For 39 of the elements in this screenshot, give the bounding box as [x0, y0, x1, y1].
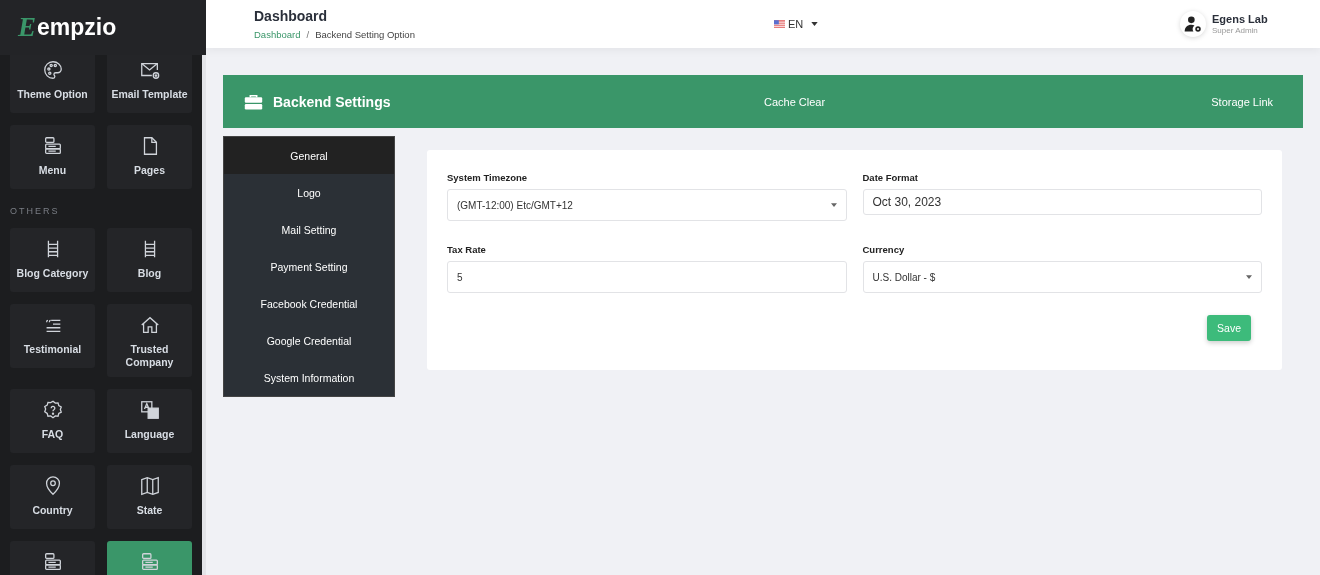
section-heading: OTHERS	[10, 206, 61, 216]
sidebar-item[interactable]: Pages	[107, 125, 192, 189]
sidebar-item[interactable]: Trusted Company	[107, 304, 192, 377]
user-name: Egens Lab	[1212, 13, 1268, 25]
settings-tab[interactable]: Payment Setting	[224, 248, 394, 285]
page-title: Dashboard	[254, 8, 329, 24]
sidebar-item[interactable]: Language	[107, 389, 192, 453]
toolbar-link[interactable]: Storage Link	[1211, 95, 1273, 108]
empzio-logo[interactable]: Eempzio	[0, 0, 206, 55]
settings-tab[interactable]: General	[224, 137, 394, 174]
breadcrumb-separator: /	[306, 29, 310, 40]
sidebar-item[interactable]: Country	[10, 465, 95, 529]
field-label: Currency	[862, 244, 906, 255]
field-label: Tax Rate	[447, 244, 487, 255]
sidebar-item[interactable]: Blog Category	[10, 228, 95, 292]
user-role: Super Admin	[1212, 26, 1259, 35]
field-label: System Timezone	[447, 172, 529, 183]
field-label: Date Format	[862, 172, 919, 183]
settings-tab[interactable]: Logo	[224, 174, 394, 211]
language-selector[interactable]: EN	[774, 18, 819, 30]
sidebar-item[interactable]: FAQ	[10, 389, 95, 453]
settings-tab[interactable]: Facebook Credential	[224, 285, 394, 322]
sidebar-item[interactable]: Email Template	[107, 55, 192, 113]
toolbar-link[interactable]: Cache Clear	[764, 95, 826, 108]
settings-title: Backend Settings	[273, 93, 391, 110]
breadcrumb-link[interactable]: Dashboard	[254, 29, 301, 40]
input-field[interactable]: 5	[447, 261, 847, 293]
breadcrumb-current: Backend Setting Option	[315, 29, 415, 40]
sidebar-item[interactable]: Testimonial	[10, 304, 95, 368]
settings-tab[interactable]: Google Credential	[224, 322, 394, 359]
sidebar-item[interactable]: State	[107, 465, 192, 529]
sidebar-item[interactable]: Theme Option	[10, 55, 95, 113]
dropdown[interactable]: U.S. Dollar - $	[862, 261, 1262, 293]
settings-tab[interactable]: System Information	[224, 359, 394, 396]
date-field[interactable]: Oct 30, 2023	[862, 189, 1262, 215]
sidebar-item[interactable]: Menu	[10, 125, 95, 189]
sidebar-item[interactable]: Blog	[107, 228, 192, 292]
settings-tab[interactable]: Mail Setting	[224, 211, 394, 248]
dropdown[interactable]: (GMT-12:00) Etc/GMT+12	[447, 189, 847, 221]
